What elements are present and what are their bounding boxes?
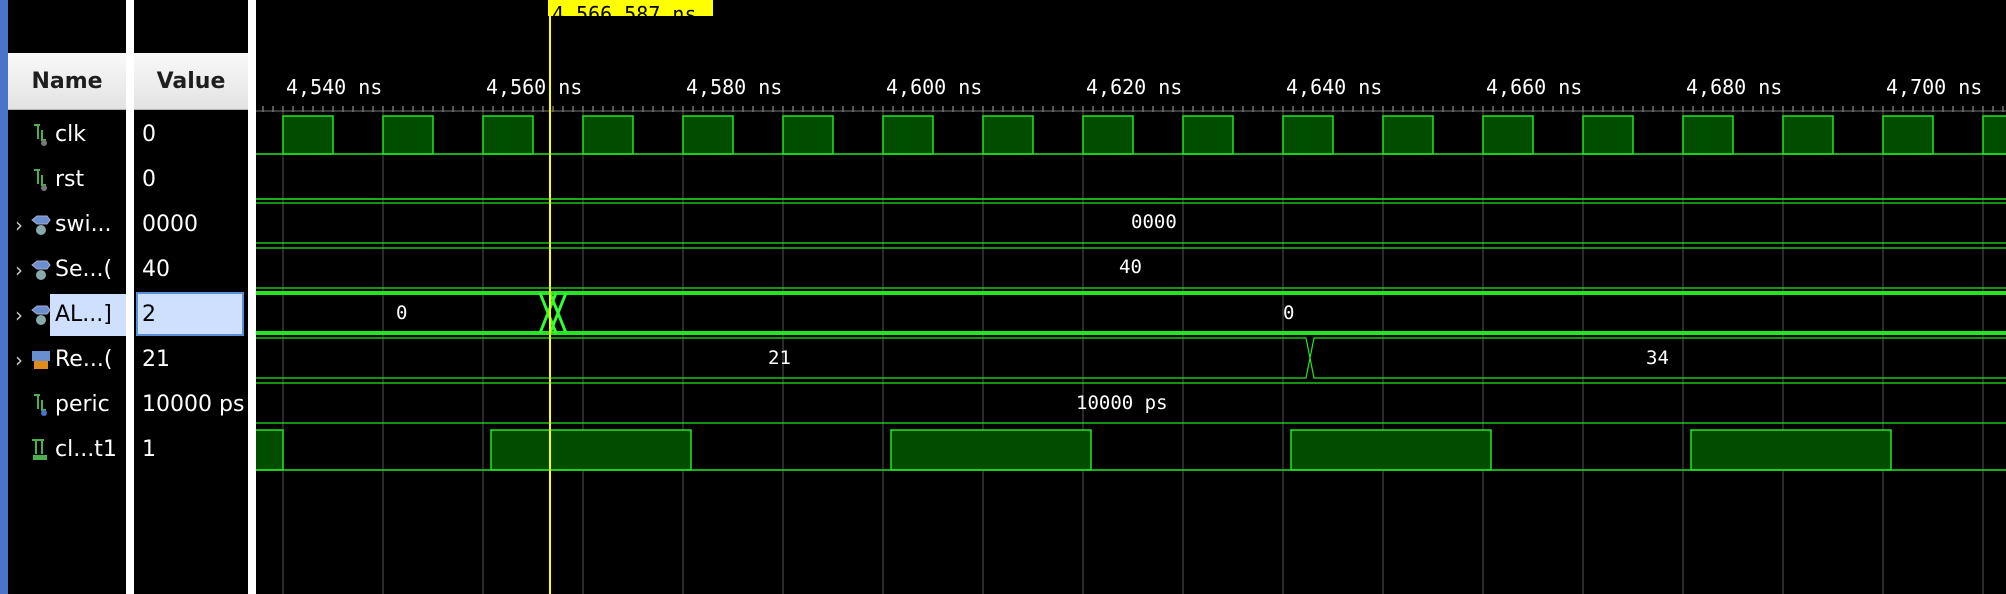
signal-row-period[interactable]: peric	[8, 382, 126, 427]
clk-pulse	[582, 115, 634, 155]
signal-row-clkout[interactable]: cl...t1	[8, 427, 126, 472]
time-tick-label: 4,580 ns	[686, 75, 782, 99]
clk-pulse	[1082, 115, 1134, 155]
bus-value-label: 0000	[1131, 211, 1177, 233]
chevron-right-icon[interactable]: ›	[8, 303, 30, 327]
signal-value: 1	[142, 437, 156, 462]
clk-pulse	[282, 115, 334, 155]
clk-pulse	[882, 115, 934, 155]
signal-name: cl...t1	[55, 437, 117, 462]
bus-value-label: 0	[396, 302, 407, 324]
wave-splitter[interactable]	[248, 0, 256, 594]
signal-name: Re...(	[55, 347, 113, 372]
time-tick-label: 4,540 ns	[286, 75, 382, 99]
time-tick-label: 4,600 ns	[886, 75, 982, 99]
clk-pulse	[1682, 115, 1734, 155]
bit-signal-icon	[32, 438, 47, 460]
bus-value-label: 0	[1283, 302, 1294, 324]
clkout-pulse	[490, 429, 692, 471]
signal-row-rst[interactable]: rst	[8, 157, 126, 202]
window-left-border	[0, 0, 8, 594]
name-column-header[interactable]: Name	[8, 53, 126, 110]
time-tick-label: 4,560 ns	[486, 75, 582, 99]
time-tick-label: 4,640 ns	[1286, 75, 1382, 99]
ruler-minor-ticks	[256, 106, 2006, 112]
signal-value: 40	[142, 257, 170, 282]
clk-pulse	[682, 115, 734, 155]
signal-value: 0	[142, 122, 156, 147]
bit-signal-icon	[34, 168, 47, 191]
clk-pulse	[1282, 115, 1334, 155]
clkout-pulse	[1290, 429, 1492, 471]
signal-name: swi...	[55, 212, 112, 237]
time-tick-label: 4,680 ns	[1686, 75, 1782, 99]
time-grid	[282, 108, 1984, 594]
clkout-pulse	[1690, 429, 1892, 471]
clk-pulse	[782, 115, 834, 155]
signal-name: Se...(	[55, 257, 113, 282]
bit-signal-icon	[34, 123, 47, 146]
clk-pulse	[1882, 115, 1934, 155]
bus-value-label: 21	[768, 347, 791, 369]
waveform-canvas[interactable]: 4,540 ns 4,560 ns 4,580 ns 4,600 ns 4,62…	[256, 0, 2006, 594]
signal-value: 10000 ps	[142, 392, 245, 417]
bus-signal-icon	[31, 215, 51, 235]
bus-value-label: 10000 ps	[1076, 392, 1168, 414]
signal-value-selected: 2	[142, 302, 156, 327]
chevron-right-icon[interactable]: ›	[8, 348, 30, 372]
memory-signal-icon	[32, 350, 50, 369]
signal-value: 0	[142, 167, 156, 192]
time-tick-label: 4,660 ns	[1486, 75, 1582, 99]
signal-row-switch[interactable]: › swi...	[8, 202, 126, 247]
clkout-pulse	[256, 429, 284, 471]
clk-pulse	[482, 115, 534, 155]
clk-pulse	[1482, 115, 1534, 155]
chevron-right-icon[interactable]: ›	[8, 258, 30, 282]
bus-value-label: 34	[1646, 347, 1669, 369]
clk-pulse	[1382, 115, 1434, 155]
clk-pulse	[1182, 115, 1234, 155]
bus-value-label: 40	[1119, 256, 1142, 278]
value-column-header[interactable]: Value	[134, 53, 248, 110]
time-tick-label: 4,620 ns	[1086, 75, 1182, 99]
clkout-pulse	[890, 429, 1092, 471]
signal-name: rst	[55, 167, 85, 192]
signal-value: 21	[142, 347, 170, 372]
clk-pulse	[1782, 115, 1834, 155]
chevron-right-icon[interactable]: ›	[8, 213, 30, 237]
clk-pulse	[982, 115, 1034, 155]
alu-transition	[548, 292, 568, 334]
signal-row-seg[interactable]: › Se...(	[8, 247, 126, 292]
signal-name: peric	[55, 392, 110, 417]
time-tick-label: 4,700 ns	[1886, 75, 1982, 99]
signal-row-alu[interactable]: › AL...]	[8, 292, 126, 337]
parameter-icon	[34, 393, 47, 416]
signal-row-reg[interactable]: › Re...(	[8, 337, 126, 382]
clk-pulse	[382, 115, 434, 155]
time-ruler[interactable]: 4,540 ns 4,560 ns 4,580 ns 4,600 ns 4,62…	[286, 75, 1982, 99]
bus-signal-icon	[31, 305, 51, 325]
signal-row-clk[interactable]: clk	[8, 112, 126, 157]
clk-pulse	[1582, 115, 1634, 155]
column-splitter[interactable]	[126, 0, 134, 594]
waveforms	[256, 115, 2006, 471]
signal-name: AL...]	[55, 302, 112, 327]
signal-name: clk	[55, 122, 86, 147]
clk-pulse	[1982, 115, 2006, 155]
time-cursor-label[interactable]: 4,566.587 ns	[548, 0, 713, 16]
signal-value: 0000	[142, 212, 198, 237]
bus-signal-icon	[31, 260, 51, 280]
